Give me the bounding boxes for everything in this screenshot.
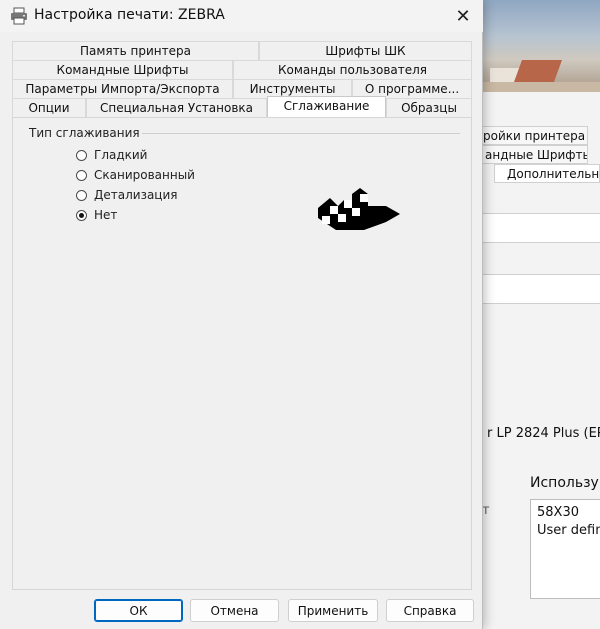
printer-icon xyxy=(11,7,27,25)
background-field-1[interactable] xyxy=(476,213,600,243)
tab-command-fonts[interactable]: Командные Шрифты xyxy=(12,60,233,79)
print-settings-dialog: Настройка печати: ZEBRA ✕ Память принтер… xyxy=(0,0,483,629)
tab-user-commands[interactable]: Команды пользователя xyxy=(233,60,472,79)
radio-label: Сканированный xyxy=(94,168,195,182)
group-divider xyxy=(136,133,460,134)
radio-none[interactable]: Нет xyxy=(76,206,117,224)
background-tab-command-fonts[interactable]: андные Шрифты xyxy=(476,145,588,164)
ok-button[interactable]: ОК xyxy=(94,599,183,622)
list-item[interactable]: 58X30 xyxy=(537,504,600,522)
close-button[interactable]: ✕ xyxy=(446,2,480,30)
tab-barcode-fonts[interactable]: Шрифты ШК xyxy=(259,41,472,60)
title-bar: Настройка печати: ZEBRA ✕ xyxy=(0,0,483,32)
smoothing-type-group-title: Тип сглаживания xyxy=(27,126,142,140)
background-tab-advanced[interactable]: Дополнительно xyxy=(494,164,600,183)
background-field-2[interactable] xyxy=(476,274,600,304)
radio-smooth[interactable]: Гладкий xyxy=(76,146,147,164)
radio-button-selected[interactable] xyxy=(76,209,87,221)
background-photo-ground xyxy=(476,82,600,92)
cancel-button[interactable]: Отмена xyxy=(190,599,279,622)
tab-samples[interactable]: Образцы xyxy=(386,98,472,117)
background-printer-name: r LP 2824 Plus (EPL) xyxy=(487,426,600,441)
radio-button[interactable] xyxy=(76,169,87,181)
background-used-label: Использу xyxy=(530,475,599,491)
tab-special-setup[interactable]: Специальная Установка xyxy=(86,98,267,117)
radio-label: Нет xyxy=(94,208,118,222)
help-button[interactable]: Справка xyxy=(386,599,474,622)
apply-button[interactable]: Применить xyxy=(288,599,378,622)
dialog-title: Настройка печати: ZEBRA xyxy=(34,7,225,23)
background-tab-printer-settings[interactable]: ройки принтера xyxy=(476,126,588,145)
list-item[interactable]: User define xyxy=(537,522,600,540)
radio-button[interactable] xyxy=(76,149,87,161)
radio-button[interactable] xyxy=(76,189,87,201)
background-paper-list[interactable]: 58X30 User define xyxy=(530,499,600,599)
background-photo-roof xyxy=(513,60,563,82)
radio-detail[interactable]: Детализация xyxy=(76,186,178,204)
tab-printer-memory[interactable]: Память принтера xyxy=(12,41,259,60)
radio-scanned[interactable]: Сканированный xyxy=(76,166,195,184)
tab-import-export[interactable]: Параметры Импорта/Экспорта xyxy=(12,79,233,98)
tab-smoothing[interactable]: Сглаживание xyxy=(267,96,386,117)
background-t-label: т xyxy=(482,503,490,518)
smoothing-preview-icon xyxy=(318,188,400,230)
radio-label: Гладкий xyxy=(94,148,148,162)
tab-options[interactable]: Опции xyxy=(12,98,86,117)
radio-label: Детализация xyxy=(94,188,178,202)
close-icon: ✕ xyxy=(455,5,471,27)
